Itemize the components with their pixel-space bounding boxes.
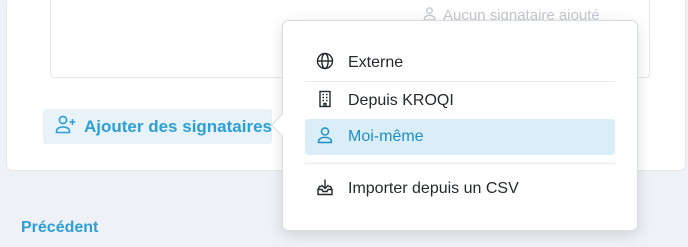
- menu-item-label: Externe: [348, 54, 404, 71]
- menu-divider: [305, 81, 615, 82]
- add-signers-label: Ajouter des signataires: [84, 116, 273, 136]
- import-tray-icon: [315, 177, 335, 202]
- globe-icon: [315, 51, 335, 76]
- menu-item-label: Depuis KROQI: [348, 92, 454, 109]
- menu-item-external[interactable]: Externe: [305, 45, 615, 81]
- menu-item-label: Moi-même: [348, 128, 424, 145]
- user-icon: [315, 125, 335, 150]
- menu-item-self[interactable]: Moi-même: [305, 119, 615, 155]
- menu-divider: [305, 163, 615, 164]
- menu-item-kroqi[interactable]: Depuis KROQI: [305, 83, 615, 119]
- add-signers-dropdown: Externe Depuis KROQI Moi-même Importer d…: [282, 20, 638, 231]
- building-icon: [315, 89, 335, 114]
- menu-item-import-csv[interactable]: Importer depuis un CSV: [305, 171, 615, 207]
- add-signers-button[interactable]: Ajouter des signataires: [43, 109, 272, 144]
- menu-item-label: Importer depuis un CSV: [348, 180, 519, 197]
- previous-link[interactable]: Précédent: [21, 219, 98, 237]
- user-plus-icon: [55, 114, 77, 139]
